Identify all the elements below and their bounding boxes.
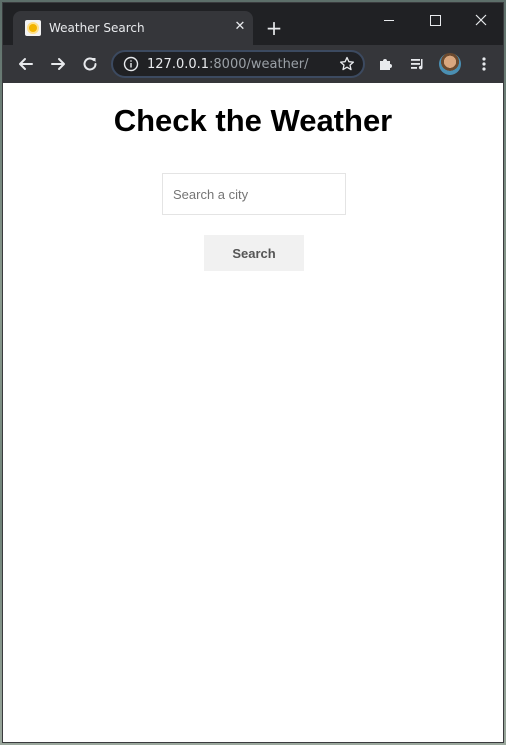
back-button[interactable]: [15, 53, 37, 75]
tab-strip: Weather Search ✕ +: [3, 3, 503, 45]
url-text[interactable]: 127.0.0.1:8000/weather/: [147, 57, 309, 72]
arrow-left-icon: [19, 58, 33, 70]
page-content: Check the Weather Search: [3, 83, 503, 742]
info-icon[interactable]: [123, 56, 139, 72]
window-close-button[interactable]: [461, 9, 501, 31]
tab-title: Weather Search: [49, 21, 145, 35]
sun-icon: [25, 20, 41, 36]
close-icon: [475, 14, 487, 26]
star-icon[interactable]: [339, 56, 355, 72]
search-button[interactable]: Search: [204, 235, 304, 271]
page-title: Check the Weather: [113, 103, 393, 138]
address-bar[interactable]: 127.0.0.1:8000/weather/: [111, 50, 365, 78]
kebab-menu-icon: [482, 57, 486, 71]
reload-button[interactable]: [79, 53, 101, 75]
tab-weather-search[interactable]: Weather Search ✕: [13, 11, 253, 45]
forward-button[interactable]: [47, 53, 69, 75]
browser-window: Weather Search ✕ + 127.0.0.1:8000/weathe…: [2, 2, 504, 743]
url-path: :8000/weather/: [209, 57, 309, 72]
city-search-input[interactable]: [162, 173, 346, 215]
browser-toolbar: 127.0.0.1:8000/weather/: [3, 45, 503, 83]
new-tab-button[interactable]: +: [263, 17, 285, 39]
puzzle-icon: [380, 59, 392, 70]
reload-icon: [83, 57, 97, 71]
media-queue-icon: [411, 59, 423, 70]
extensions-button[interactable]: [375, 53, 397, 75]
url-host: 127.0.0.1: [147, 57, 210, 72]
arrow-right-icon: [51, 58, 65, 70]
maximize-button[interactable]: [415, 9, 455, 31]
browser-menu-button[interactable]: [473, 53, 495, 75]
close-tab-icon[interactable]: ✕: [232, 19, 248, 35]
avatar[interactable]: [439, 53, 461, 75]
minimize-button[interactable]: [369, 9, 409, 31]
media-control-button[interactable]: [407, 53, 429, 75]
